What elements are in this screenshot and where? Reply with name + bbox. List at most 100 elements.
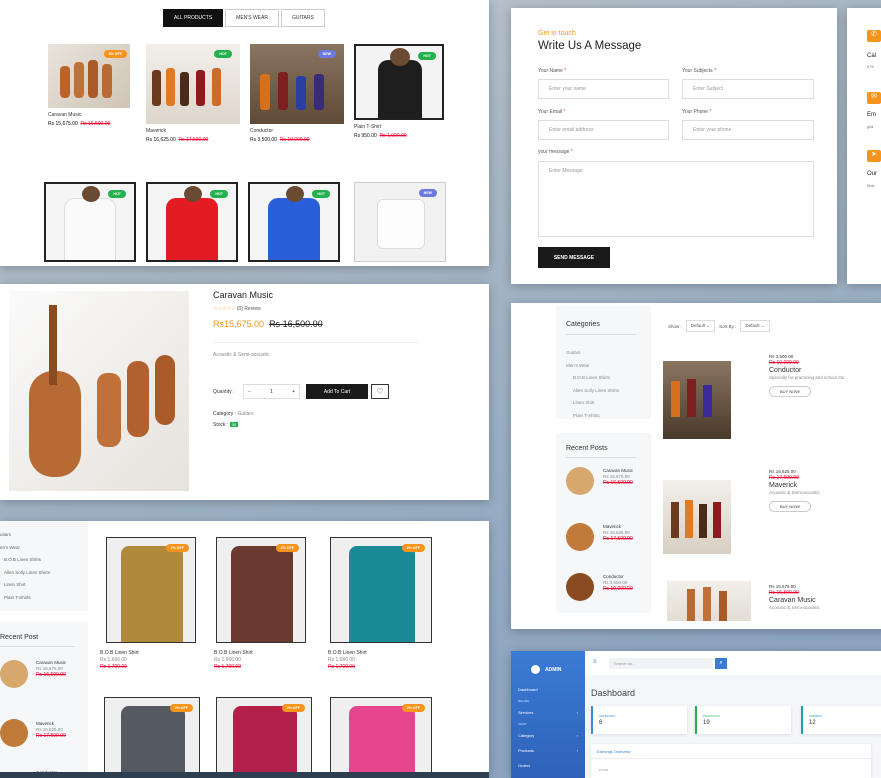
category-plain-tshirts[interactable]: Plain T-Shirts <box>566 410 619 423</box>
recent-post[interactable]: Conductor Rs 3,500.00 Rs 10,000.00 <box>603 574 643 592</box>
shirt-card[interactable]: B.O.B Linen Shirt Rs 1,666.00 Rs 1,700.00 <box>100 650 139 671</box>
admin-search-input[interactable]: Search for... <box>609 658 713 669</box>
post-thumbnail[interactable] <box>566 573 594 601</box>
product-price: Rs 3,500.00 Rs 10,000.00 <box>250 137 310 143</box>
product-name[interactable]: Plain T-Shirt <box>354 124 438 130</box>
shirts-panel: uitars en's Wear B.O.B Linen Shirts Alle… <box>0 521 489 778</box>
stat-card-category[interactable]: CATEGORY 6 <box>591 706 687 734</box>
buy-now-button[interactable]: BUY NOW! <box>769 501 812 512</box>
shirt-image[interactable]: 2% OFF <box>216 537 306 643</box>
recent-post[interactable]: Maverick Rs 16,625.00 Rs 17,500.00 <box>36 721 76 739</box>
product-main-image[interactable] <box>9 291 189 491</box>
listing-item-name[interactable]: Conductor <box>769 367 844 374</box>
category-linen-shirt[interactable]: Linen Shirt <box>0 579 50 592</box>
product-card[interactable]: NEW Conductor Rs 3,500.00 Rs 10,000.00 <box>250 44 344 143</box>
post-thumbnail[interactable] <box>0 719 28 747</box>
admin-sidebar: ADMIN Dashboard BILLING Services › SHOP C… <box>511 651 585 778</box>
email-field[interactable]: Enter email address <box>538 120 669 140</box>
post-thumbnail[interactable] <box>566 523 594 551</box>
listing-item-name[interactable]: Maverick <box>769 482 820 489</box>
message-label: your message * <box>538 149 573 155</box>
menu-toggle-icon[interactable]: ≡ <box>593 659 597 665</box>
sort-select[interactable]: Default ⌄ <box>740 320 770 332</box>
decrement-button[interactable]: − <box>248 389 251 395</box>
shirt-image[interactable]: 2% OFF <box>330 537 432 643</box>
product-image[interactable]: HOT <box>44 182 136 262</box>
product-image[interactable]: HOT <box>146 182 238 262</box>
search-icon[interactable]: ⌕ <box>715 658 727 669</box>
listing-item-name[interactable]: Caravan Music <box>769 597 820 604</box>
product-image[interactable]: 8% OFF <box>48 44 130 108</box>
listing-item-image[interactable] <box>663 361 731 439</box>
product-image[interactable]: HOT <box>248 182 340 262</box>
admin-brand[interactable]: ADMIN <box>511 651 585 682</box>
category-allen-solly[interactable]: Allen Solly Linen Shirts <box>566 385 619 398</box>
category-bob-linen[interactable]: B.O.B Linen Shirts <box>0 554 50 567</box>
show-select[interactable]: Default ⌄ <box>685 320 716 332</box>
shirt-image[interactable]: 2% OFF <box>106 537 196 643</box>
shirt-image[interactable]: 2% OFF <box>216 697 312 778</box>
send-message-button[interactable]: SEND MESSAGE <box>538 247 610 268</box>
product-card[interactable]: HOT Maverick Rs 16,625.00 Rs 17,500.00 <box>146 44 240 143</box>
buy-now-button[interactable]: BUY NOW! <box>769 386 812 397</box>
category-mens-wear[interactable]: en's Wear <box>0 542 50 555</box>
category-plain-tshirts[interactable]: Plain T-Shirts <box>0 592 50 605</box>
phone-icon: ✆ <box>867 30 881 42</box>
listing-item-image[interactable] <box>663 480 731 554</box>
shirt-image[interactable]: 2% OFF <box>330 697 432 778</box>
product-name[interactable]: Caravan Music <box>48 112 132 118</box>
product-name[interactable]: Maverick <box>146 128 230 134</box>
stat-card-products[interactable]: PRODUCTS 19 <box>695 706 791 734</box>
hot-badge: HOT <box>312 190 330 198</box>
post-thumbnail[interactable] <box>566 467 594 495</box>
nav-category[interactable]: Category › <box>511 728 585 743</box>
product-image[interactable]: HOT <box>354 44 444 120</box>
category-allen-solly[interactable]: Allen Solly Linen Shirts <box>0 567 50 580</box>
name-field[interactable]: Enter your name <box>538 79 669 99</box>
product-image[interactable]: HOT <box>146 44 240 124</box>
recent-posts-widget: Recent Posts Caravan Music Rs 15,675.00 Rs… <box>556 433 651 613</box>
nav-products[interactable]: Products › <box>511 743 585 758</box>
tab-mens-wear[interactable]: MEN'S WEAR <box>225 9 279 27</box>
shirt-card[interactable]: B.O.B Linen Shirt Rs 1,666.00 Rs 1,700.00 <box>328 650 367 671</box>
message-textarea[interactable]: Enter Message <box>538 161 814 237</box>
category-mens-wear[interactable]: Men's Wear <box>566 360 619 373</box>
shirt-card[interactable]: B.O.B Linen Shirt Rs 1,666.00 Rs 1,700.00 <box>214 650 253 671</box>
nav-orders[interactable]: Orders <box>511 758 585 773</box>
nav-dashboard[interactable]: Dashboard <box>511 682 585 697</box>
product-card[interactable]: 8% OFF Caravan Music Rs 15,675.00 Rs 16,… <box>48 44 132 127</box>
product-image[interactable]: NEW <box>354 182 446 262</box>
shirt-categories: uitars en's Wear B.O.B Linen Shirts Alle… <box>0 521 88 611</box>
phone-field[interactable]: Enter your phone <box>682 120 814 140</box>
admin-dashboard-panel: ADMIN Dashboard BILLING Services › SHOP C… <box>511 651 881 778</box>
email-icon: ✉ <box>867 92 881 104</box>
product-image[interactable]: NEW <box>250 44 344 124</box>
category-guitars[interactable]: Guitars <box>566 347 619 360</box>
add-to-cart-button[interactable]: Add To Cart <box>306 384 368 399</box>
product-name[interactable]: Conductor <box>250 128 334 134</box>
shirt-image[interactable]: 2% OFF <box>104 697 200 778</box>
toolbar: Show : Default ⌄ Sort By : Default ⌄ <box>668 320 770 332</box>
category-guitars[interactable]: uitars <box>0 529 50 542</box>
nav-services[interactable]: Services › <box>511 705 585 720</box>
recent-post[interactable]: Caravan Music Rs 15,675.00 Rs 16,500.00 <box>603 468 643 486</box>
quantity-stepper[interactable]: − 1 + <box>243 384 300 399</box>
category-list: Guitars Men's Wear B.O.B Linen Shirts Al… <box>566 347 619 422</box>
location-icon: ➤ <box>867 150 881 162</box>
tab-all-products[interactable]: ALL PRODUCTS <box>163 9 224 27</box>
page-title: Dashboard <box>591 688 636 698</box>
tab-guitars[interactable]: GUITARS <box>280 9 325 27</box>
recent-post[interactable]: Maverick Rs 16,625.00 Rs 17,500.00 <box>603 524 643 542</box>
product-card[interactable]: HOT Plain T-Shirt Rs 950.00 Rs 1,000.00 <box>354 44 444 139</box>
quantity-value[interactable]: 1 <box>270 389 273 395</box>
category-bob-linen[interactable]: B.O.B Linen Shirts <box>566 372 619 385</box>
listing-item-image[interactable] <box>667 581 751 621</box>
post-thumbnail[interactable] <box>0 660 28 688</box>
subject-field[interactable]: Enter Subject <box>682 79 814 99</box>
recent-post[interactable]: Caravan Music Rs 15,675.00 Rs 16,500.00 <box>36 660 76 678</box>
category-linen-shirt[interactable]: Linen Shirt <box>566 397 619 410</box>
call-label: Cal <box>867 53 877 59</box>
wishlist-heart-icon[interactable]: ♡ <box>371 384 389 399</box>
increment-button[interactable]: + <box>292 389 295 395</box>
stat-card-orders[interactable]: ORDERS 12 <box>801 706 881 734</box>
